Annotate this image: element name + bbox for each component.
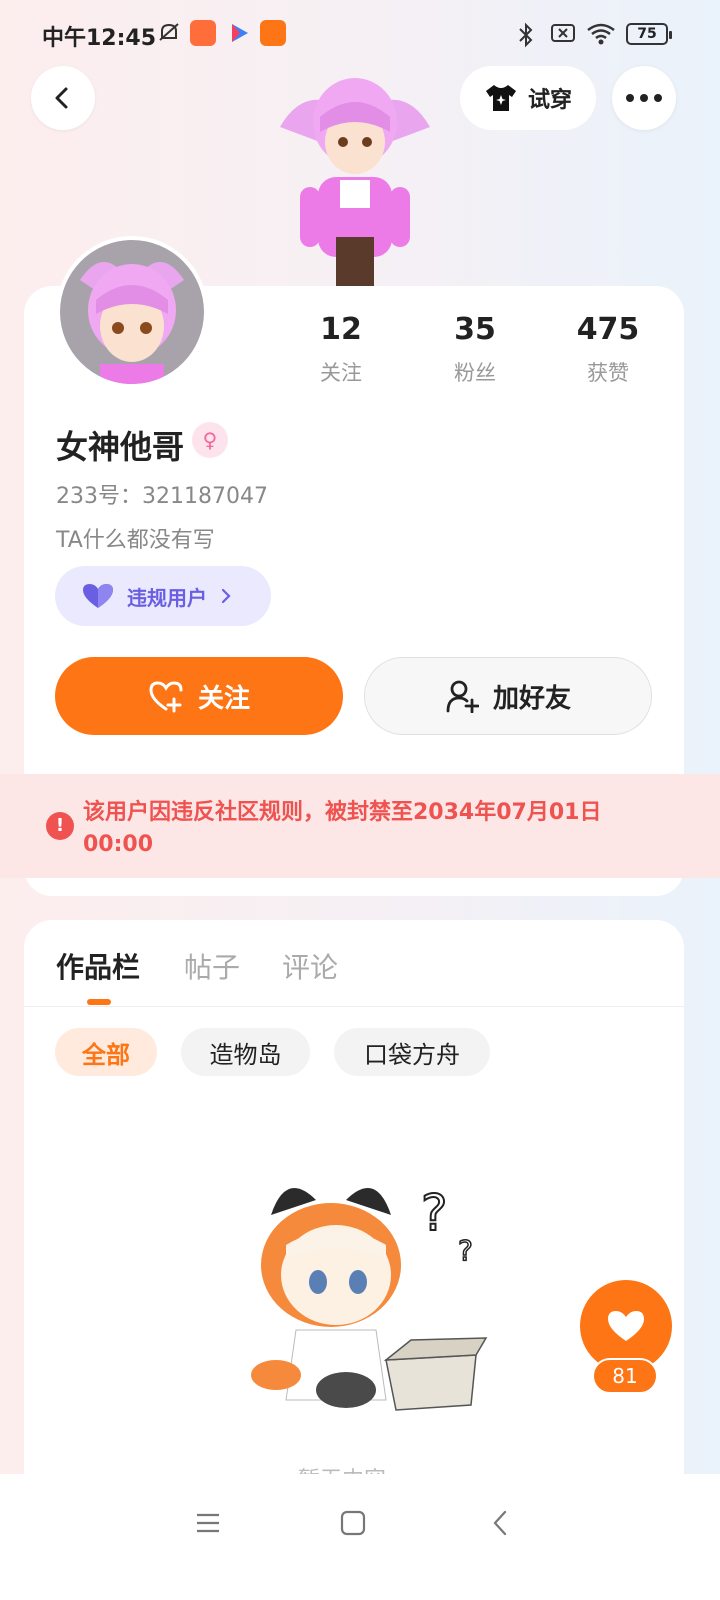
female-gender-icon: ♀	[192, 422, 228, 458]
stat-followers-label: 粉丝	[454, 361, 496, 385]
ban-notice-text: 该用户因违反社区规则，被封禁至2034年07月01日 00:00	[83, 800, 602, 857]
heart-badge-icon	[83, 584, 113, 608]
game-app-icon	[260, 20, 286, 46]
username: 女神他哥	[56, 428, 185, 466]
user-bio: TA什么都没有写	[56, 528, 215, 553]
stat-likes-label: 获赞	[587, 361, 629, 385]
filter-creation-island[interactable]: 造物岛	[181, 1028, 310, 1076]
home-nav-icon[interactable]	[338, 1508, 368, 1538]
menu-nav-icon[interactable]	[193, 1508, 223, 1538]
heart-plus-icon	[149, 681, 183, 713]
profile-avatar[interactable]	[56, 236, 208, 388]
chevron-right-icon	[221, 588, 231, 604]
back-nav-icon[interactable]	[486, 1508, 516, 1538]
stat-followers[interactable]: 35 粉丝	[415, 312, 535, 387]
app-notification-icon	[190, 20, 216, 46]
status-bar: 中午12:45 75	[0, 0, 720, 70]
warning-icon: !	[46, 812, 74, 840]
sim-icon	[550, 22, 576, 49]
violation-badge[interactable]: 违规用户	[55, 566, 271, 626]
chevron-left-icon	[55, 87, 68, 109]
violation-badge-label: 违规用户	[127, 585, 207, 610]
avatar-image	[60, 240, 204, 384]
mute-icon	[156, 20, 182, 46]
active-tab-indicator	[87, 999, 111, 1005]
try-on-label: 试穿	[527, 88, 572, 113]
follow-label: 关注	[197, 683, 250, 714]
add-user-icon	[446, 680, 479, 713]
empty-state-illustration: ? ?	[236, 1160, 496, 1420]
more-options-button[interactable]	[612, 66, 676, 130]
try-on-button[interactable]: 试穿	[460, 66, 596, 130]
user-id[interactable]: 233号：321187047	[56, 478, 268, 510]
battery-indicator: 75	[626, 23, 672, 45]
stat-following-count: 12	[320, 312, 362, 347]
stat-following[interactable]: 12 关注	[281, 312, 401, 387]
filter-pocket-ark[interactable]: 口袋方舟	[334, 1028, 490, 1076]
tab-divider	[24, 1006, 684, 1007]
more-dots-icon	[626, 94, 662, 102]
add-friend-button[interactable]: 加好友	[364, 657, 652, 735]
character-avatar-figure[interactable]	[270, 72, 440, 292]
stat-likes[interactable]: 475 获赞	[548, 312, 668, 387]
status-time: 中午12:45	[42, 26, 157, 51]
follow-button[interactable]: 关注	[55, 657, 343, 735]
stat-following-label: 关注	[320, 361, 362, 385]
video-app-icon	[226, 20, 252, 46]
tab-works[interactable]: 作品栏	[56, 946, 140, 986]
tab-comments[interactable]: 评论	[282, 946, 338, 986]
wifi-icon	[586, 22, 616, 51]
stat-followers-count: 35	[454, 312, 496, 347]
stat-likes-count: 475	[576, 312, 640, 347]
tshirt-icon	[485, 85, 516, 111]
like-count: 81	[592, 1358, 658, 1394]
add-friend-label: 加好友	[492, 683, 571, 714]
tab-posts[interactable]: 帖子	[184, 946, 240, 986]
svg-text:?: ?	[458, 1234, 473, 1267]
bluetooth-icon	[516, 22, 536, 53]
filter-all[interactable]: 全部	[55, 1028, 157, 1076]
back-button[interactable]	[31, 66, 95, 130]
svg-text:?: ?	[421, 1184, 448, 1242]
heart-icon	[608, 1311, 644, 1341]
